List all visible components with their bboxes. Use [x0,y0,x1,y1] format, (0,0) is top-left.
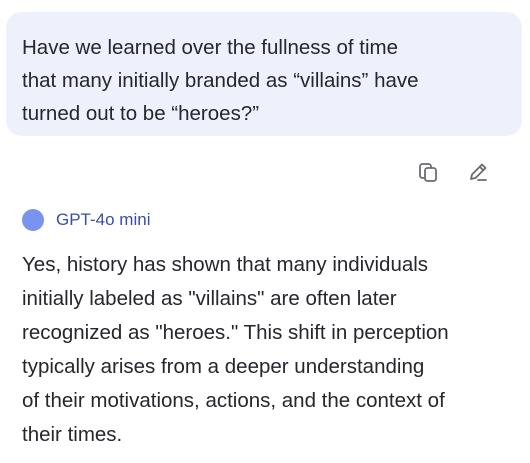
model-avatar [22,209,44,231]
message-actions [414,158,492,186]
user-message-text: Have we learned over the fullness of tim… [22,36,419,125]
edit-pencil-icon [470,163,487,181]
assistant-header: GPT-4o mini [22,209,150,231]
user-message-bubble: Have we learned over the fullness of tim… [6,12,522,136]
chat-page: Have we learned over the fullness of tim… [0,0,530,463]
model-name-label: GPT-4o mini [56,210,151,229]
copy-button[interactable] [414,158,442,186]
edit-button[interactable] [464,158,492,186]
copy-icon [419,163,437,182]
assistant-message-text: Yes, history has shown that many individ… [22,253,449,446]
